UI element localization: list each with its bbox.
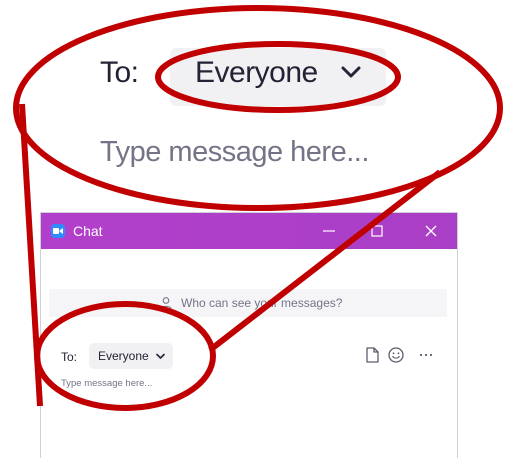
chat-body: Who can see your messages? To: Everyone [41, 249, 457, 458]
recipient-label: Everyone [98, 349, 149, 363]
more-icon[interactable] [417, 346, 435, 364]
magnifier-ellipse [13, 5, 503, 211]
title-bar: Chat [41, 213, 457, 249]
zoom-chevron-down-icon [341, 66, 361, 78]
person-icon [160, 297, 172, 310]
minimize-icon [323, 230, 335, 232]
recipient-dropdown[interactable]: Everyone [89, 343, 173, 369]
screenshot-stage: To: Everyone Type message here... Chat W… [0, 0, 506, 458]
privacy-notice-text: Who can see your messages? [181, 296, 343, 310]
file-icon[interactable] [363, 346, 381, 364]
callout-line-left [19, 103, 43, 407]
close-button[interactable] [413, 213, 449, 249]
maximize-icon [371, 225, 383, 237]
message-input[interactable]: Type message here... [61, 378, 152, 389]
maximize-button[interactable] [359, 213, 395, 249]
close-icon [425, 225, 437, 237]
minimize-button[interactable] [311, 213, 347, 249]
privacy-notice[interactable]: Who can see your messages? [49, 289, 447, 317]
zoom-message-placeholder: Type message here... [100, 136, 369, 168]
zoom-recipient-label: Everyone [195, 56, 318, 89]
window-title: Chat [73, 223, 103, 239]
zoom-camera-icon [51, 224, 65, 238]
chat-window: Chat Who can see your messages? To: Ever… [40, 212, 458, 458]
zoom-to-label: To: [100, 56, 139, 89]
emoji-icon[interactable] [387, 346, 405, 364]
chevron-down-icon [156, 353, 165, 359]
to-label: To: [61, 350, 78, 364]
